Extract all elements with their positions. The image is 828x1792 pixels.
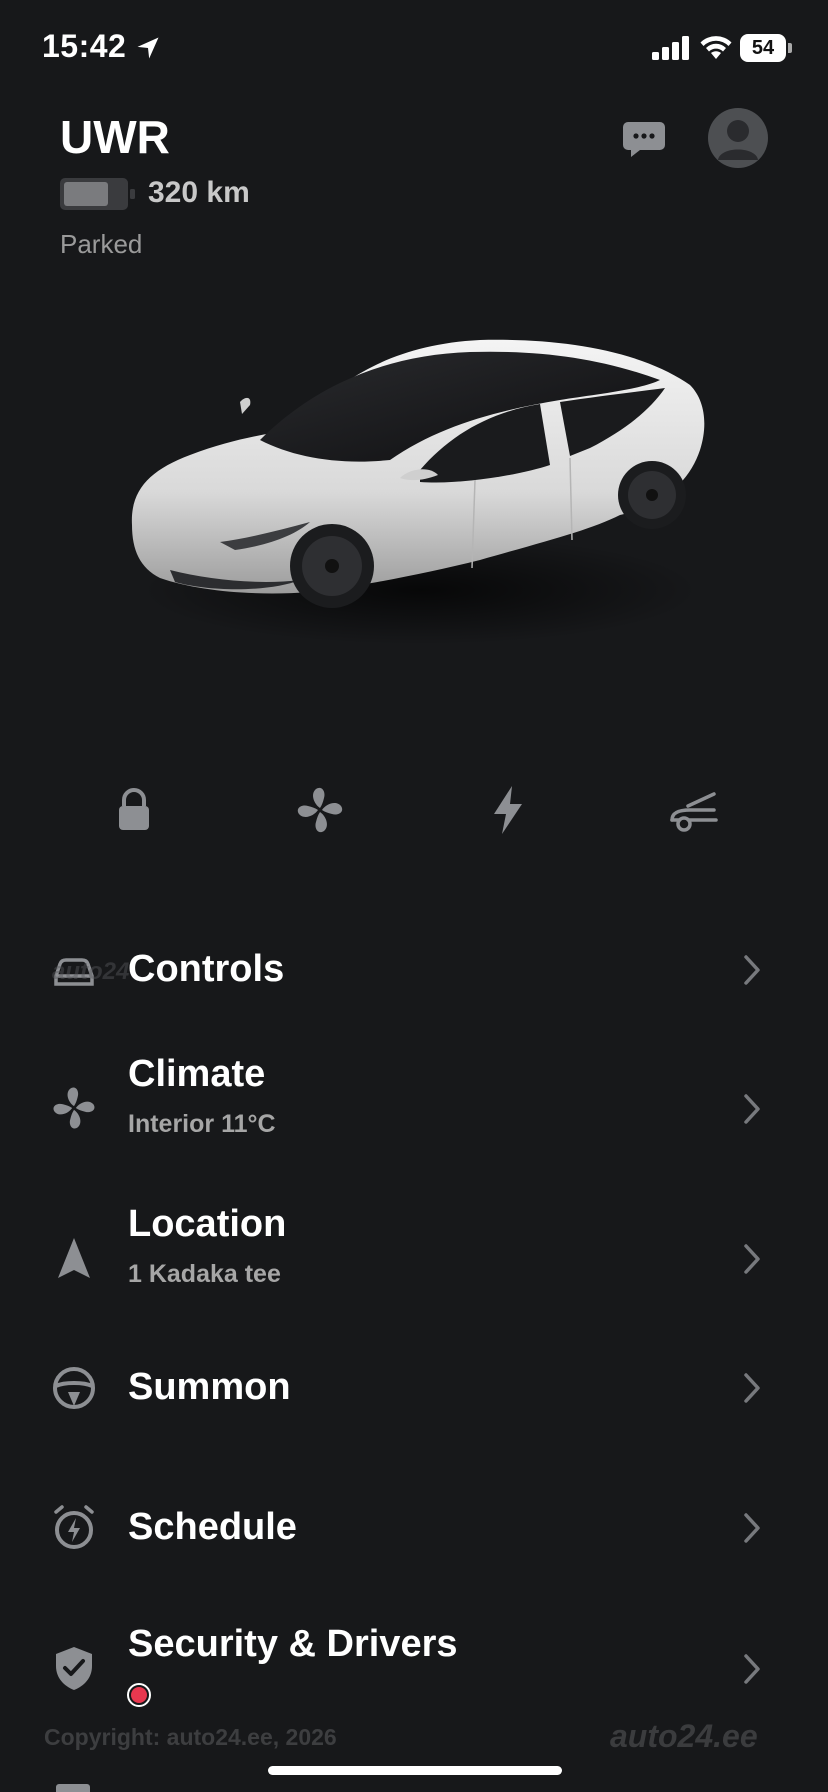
cellular-signal-icon <box>652 36 689 60</box>
watermark-overlay: auto24 <box>52 958 130 985</box>
status-badge <box>127 1683 151 1707</box>
battery-percent: 54 <box>740 34 786 62</box>
chevron-right-icon <box>744 1094 760 1124</box>
menu-item-location[interactable]: Location 1 Kadaka tee <box>0 1200 828 1310</box>
chevron-right-icon <box>744 1513 760 1543</box>
navigation-arrow-icon <box>58 1238 90 1278</box>
menu-item-schedule[interactable]: Schedule <box>0 1498 828 1558</box>
menu-title-climate: Climate <box>128 1053 266 1095</box>
vehicle-name: UWR <box>60 111 170 163</box>
menu-item-summon[interactable]: Summon <box>0 1358 828 1418</box>
battery-indicator: 54 <box>740 34 792 64</box>
bolt-icon[interactable] <box>482 784 534 836</box>
menu-title-security: Security & Drivers <box>128 1623 458 1665</box>
menu-title-controls: Controls <box>128 948 285 990</box>
menu-title-summon: Summon <box>128 1366 291 1408</box>
wifi-icon <box>700 36 732 59</box>
fan-icon[interactable] <box>294 784 346 836</box>
menu-item-climate[interactable]: Climate Interior 11°C <box>0 1050 828 1160</box>
location-services-icon <box>137 37 159 59</box>
menu-title-schedule: Schedule <box>128 1506 297 1548</box>
brand-watermark: auto24.ee <box>610 1718 758 1754</box>
trunk-icon[interactable] <box>668 784 720 836</box>
chevron-right-icon <box>744 1373 760 1403</box>
copyright-watermark: Copyright: auto24.ee, 2026 <box>44 1724 337 1750</box>
lock-icon[interactable] <box>108 784 160 836</box>
message-icon[interactable] <box>622 120 666 158</box>
chevron-right-icon <box>744 1244 760 1274</box>
menu-subtitle-location: 1 Kadaka tee <box>128 1260 281 1288</box>
battery-nub <box>788 43 792 53</box>
profile-icon <box>718 120 758 160</box>
chevron-right-icon <box>744 1654 760 1684</box>
fan-icon <box>53 1087 95 1129</box>
alarm-bolt-icon <box>54 1505 94 1549</box>
vehicle-status: Parked <box>60 229 143 259</box>
status-time: 15:42 <box>42 28 127 64</box>
steering-wheel-icon <box>53 1367 95 1409</box>
next-item-icon <box>56 1784 90 1792</box>
range-battery-icon <box>60 178 135 210</box>
home-indicator[interactable] <box>268 1766 562 1775</box>
menu-subtitle-climate: Interior 11°C <box>128 1110 276 1138</box>
chevron-right-icon <box>744 955 760 985</box>
menu-title-location: Location <box>128 1203 287 1245</box>
range-text: 320 km <box>148 176 250 209</box>
menu-item-security[interactable]: Security & Drivers <box>0 1620 828 1730</box>
vehicle-image <box>131 339 705 645</box>
shield-check-icon <box>56 1647 92 1690</box>
avatar[interactable] <box>708 108 768 168</box>
